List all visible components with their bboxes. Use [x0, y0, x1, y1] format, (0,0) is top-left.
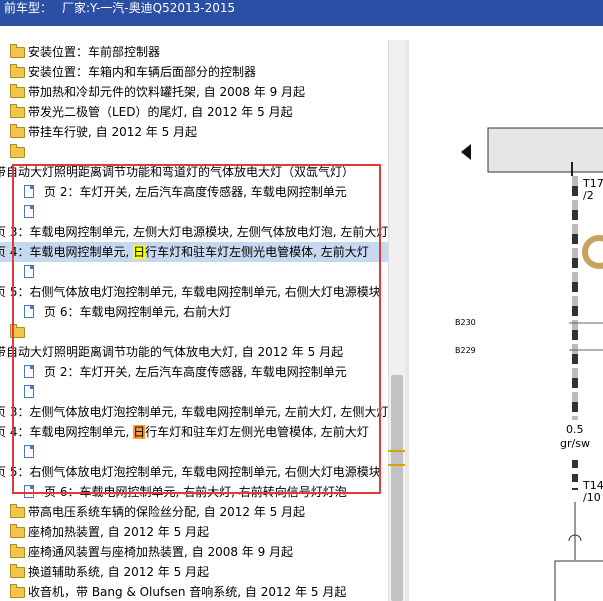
connector-top-pin: /2	[583, 189, 594, 202]
tree-row[interactable]: 换道辅助系统, 自 2012 年 5 月起	[0, 562, 388, 582]
folder-icon	[10, 504, 25, 518]
folder-icon	[10, 584, 25, 598]
folder-icon	[10, 64, 25, 78]
tree-row-label: 座椅加热装置, 自 2012 年 5 月起	[28, 525, 210, 539]
selection-annotation-box	[12, 164, 381, 494]
tree-row-label: 收音机，带 Bang & Olufsen 音响系统, 自 2012 年 5 月起	[28, 585, 347, 599]
wiring-diagram-panel[interactable]: T17f /2 B230 B229 0.5 gr/sw T14 /10	[409, 40, 603, 601]
connector-bottom-pin: /10	[583, 491, 601, 504]
folder-icon	[10, 84, 25, 98]
tree-row-label: 带发光二极管（LED）的尾灯, 自 2012 年 5 月起	[28, 105, 293, 119]
tree-row-label: 换道辅助系统, 自 2012 年 5 月起	[28, 565, 210, 579]
folder-icon	[10, 104, 25, 118]
arrow-left-icon	[461, 144, 471, 160]
title-label: 前车型：	[4, 1, 53, 15]
tree-row[interactable]: 带发光二极管（LED）的尾灯, 自 2012 年 5 月起	[0, 102, 388, 122]
tree-row-label: 带加热和冷却元件的饮料罐托架, 自 2008 年 9 月起	[28, 85, 306, 99]
tree-row-label: 安装位置：车前部控制器	[28, 45, 161, 59]
title-bar: 前车型： 厂家:Y-一汽-奥迪Q52013-2015	[0, 0, 603, 26]
tree-row[interactable]: 带高电压系统车辆的保险丝分配, 自 2012 年 5 月起	[0, 502, 388, 522]
folder-icon	[10, 44, 25, 58]
folder-icon	[10, 544, 25, 558]
tree-row[interactable]: 座椅通风装置与座椅加热装置, 自 2008 年 9 月起	[0, 542, 388, 562]
tree-row[interactable]: 座椅加热装置, 自 2012 年 5 月起	[0, 522, 388, 542]
tree-row[interactable]: 带加热和冷却元件的饮料罐托架, 自 2008 年 9 月起	[0, 82, 388, 102]
component-box	[487, 127, 603, 173]
wiring-diagram	[461, 127, 603, 601]
wire-ref-1: B230	[455, 318, 476, 327]
tree-row[interactable]	[0, 142, 388, 162]
folder-icon	[10, 144, 25, 158]
tree-row[interactable]: 带挂车行驶, 自 2012 年 5 月起	[0, 122, 388, 142]
tree-scrollbar[interactable]	[388, 40, 405, 601]
tree-row[interactable]: 安装位置：车前部控制器	[0, 42, 388, 62]
document-tree[interactable]: 安装位置：车前部控制器安装位置：车箱内和车辆后面部分的控制器带加热和冷却元件的饮…	[0, 40, 388, 601]
connector-pin	[571, 162, 573, 176]
tree-row[interactable]: 安装位置：车箱内和车辆后面部分的控制器	[0, 62, 388, 82]
tree-row-label: 座椅通风装置与座椅加热装置, 自 2008 年 9 月起	[28, 545, 294, 559]
tree-row-label: 带挂车行驶, 自 2012 年 5 月起	[28, 125, 198, 139]
folder-icon	[10, 524, 25, 538]
vehicle-title: 厂家:Y-一汽-奥迪Q52013-2015	[62, 1, 236, 15]
component-box	[554, 560, 603, 601]
search-hit-marker	[388, 464, 406, 466]
folder-icon	[10, 564, 25, 578]
tree-scrollbar-thumb[interactable]	[391, 375, 403, 601]
tree-row-label: 安装位置：车箱内和车辆后面部分的控制器	[28, 65, 257, 79]
search-hit-marker	[388, 450, 406, 452]
wire-ref-2: B229	[455, 346, 476, 355]
folder-icon	[10, 124, 25, 138]
fuse-ring-icon	[582, 235, 603, 269]
tree-row[interactable]: 收音机，带 Bang & Olufsen 音响系统, 自 2012 年 5 月起	[0, 582, 388, 601]
wire-size-label: 0.5	[566, 423, 584, 436]
tree-row-label: 带高电压系统车辆的保险丝分配, 自 2012 年 5 月起	[28, 505, 306, 519]
wire-color-label: gr/sw	[560, 437, 590, 450]
